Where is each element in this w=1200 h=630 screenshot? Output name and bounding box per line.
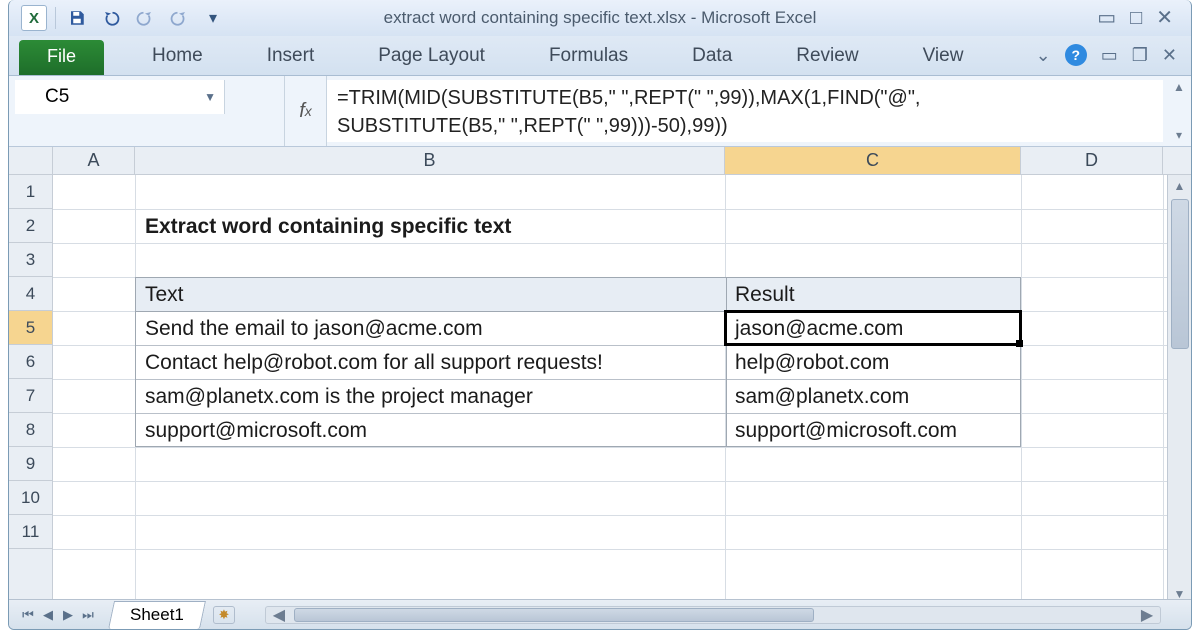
cell-B2-heading[interactable]: Extract word containing specific text — [139, 211, 517, 243]
excel-app-icon[interactable]: X — [21, 5, 47, 31]
name-box-dropdown-icon[interactable]: ▼ — [204, 90, 216, 104]
sheet-nav-prev-icon[interactable]: ◀ — [39, 606, 57, 624]
row-header-10[interactable]: 10 — [9, 481, 52, 515]
formula-expand-icon[interactable]: ▾ — [1176, 128, 1182, 142]
sheet-nav-last-icon[interactable]: ⏭ — [79, 606, 97, 624]
row-header-11[interactable]: 11 — [9, 515, 52, 549]
row-header-9[interactable]: 9 — [9, 447, 52, 481]
cells-body[interactable]: Extract word containing specific text Te… — [53, 175, 1167, 605]
sheet-tab-bar: ⏮ ◀ ▶ ⏭ Sheet1 ✸ ◀ ▶ — [9, 599, 1191, 629]
tab-review[interactable]: Review — [776, 39, 878, 75]
cell-B6[interactable]: Contact help@robot.com for all support r… — [139, 347, 609, 379]
minimize-icon[interactable]: ▭ — [1097, 8, 1116, 28]
grid-area: A B C D 1 2 3 4 5 6 7 8 9 10 — [9, 147, 1191, 605]
cell-C4-header[interactable]: Result — [729, 279, 801, 311]
qat-customize-dropdown-icon[interactable]: ▾ — [200, 5, 226, 31]
formula-text-line2: SUBSTITUTE(B5," ",REPT(" ",99)))-50),99)… — [337, 112, 1153, 140]
formula-text-line1: =TRIM(MID(SUBSTITUTE(B5," ",REPT(" ",99)… — [337, 84, 1153, 112]
vscroll-thumb[interactable] — [1171, 199, 1189, 349]
cell-C8[interactable]: support@microsoft.com — [729, 415, 963, 447]
sheet-tab-sheet1[interactable]: Sheet1 — [108, 601, 206, 629]
cell-C7[interactable]: sam@planetx.com — [729, 381, 915, 413]
quick-access-toolbar: X ▾ — [21, 5, 226, 31]
fx-icon[interactable]: fx — [285, 76, 327, 146]
tab-formulas[interactable]: Formulas — [529, 39, 648, 75]
tab-data[interactable]: Data — [672, 39, 752, 75]
vertical-scrollbar[interactable]: ▲ ▼ — [1167, 175, 1191, 605]
hscroll-right-icon[interactable]: ▶ — [1136, 607, 1158, 623]
undo-icon[interactable] — [98, 5, 124, 31]
formula-scroll-up-icon[interactable]: ▲ — [1173, 80, 1185, 94]
row-header-2[interactable]: 2 — [9, 209, 52, 243]
sheet-nav-first-icon[interactable]: ⏮ — [19, 606, 37, 624]
row-header-1[interactable]: 1 — [9, 175, 52, 209]
ribbon-tabs: File Home Insert Page Layout Formulas Da… — [9, 36, 1191, 76]
row-header-6[interactable]: 6 — [9, 345, 52, 379]
formula-bar-scroll: ▲ ▾ — [1167, 76, 1191, 146]
hscroll-left-icon[interactable]: ◀ — [268, 607, 290, 623]
active-cell-outline — [724, 310, 1022, 346]
select-all-corner[interactable] — [9, 147, 53, 175]
row-header-7[interactable]: 7 — [9, 379, 52, 413]
formula-bar-row: C5 ▼ fx =TRIM(MID(SUBSTITUTE(B5," ",REPT… — [9, 76, 1191, 147]
horizontal-scrollbar[interactable]: ◀ ▶ — [265, 606, 1161, 624]
col-header-C[interactable]: C — [725, 147, 1021, 174]
file-tab[interactable]: File — [19, 40, 104, 75]
name-box-value: C5 — [45, 86, 69, 108]
cell-B7[interactable]: sam@planetx.com is the project manager — [139, 381, 539, 413]
sheet-nav-next-icon[interactable]: ▶ — [59, 606, 77, 624]
tab-home[interactable]: Home — [132, 39, 223, 75]
titlebar: X ▾ extract word containing specific tex… — [9, 0, 1191, 36]
row-header-5[interactable]: 5 — [9, 311, 52, 345]
row-header-4[interactable]: 4 — [9, 277, 52, 311]
name-box[interactable]: C5 ▼ — [15, 80, 225, 114]
workbook-restore-icon[interactable]: ❐ — [1132, 45, 1148, 66]
qat-separator — [55, 7, 56, 29]
col-header-D[interactable]: D — [1021, 147, 1163, 174]
col-header-B[interactable]: B — [135, 147, 725, 174]
cell-B4-header[interactable]: Text — [139, 279, 190, 311]
new-sheet-icon[interactable]: ✸ — [213, 606, 235, 624]
redo-icon[interactable] — [132, 5, 158, 31]
tab-view[interactable]: View — [903, 39, 984, 75]
vscroll-up-icon[interactable]: ▲ — [1174, 175, 1186, 197]
redo-alt-icon[interactable] — [166, 5, 192, 31]
workbook-minimize-icon[interactable]: ▭ — [1101, 45, 1118, 66]
col-header-A[interactable]: A — [53, 147, 135, 174]
workbook-close-icon[interactable]: ✕ — [1162, 45, 1177, 66]
tab-page-layout[interactable]: Page Layout — [358, 39, 505, 75]
row-header-3[interactable]: 3 — [9, 243, 52, 277]
maximize-icon[interactable]: □ — [1130, 8, 1142, 28]
cell-B8[interactable]: support@microsoft.com — [139, 415, 373, 447]
cell-B5[interactable]: Send the email to jason@acme.com — [139, 313, 489, 345]
hscroll-thumb[interactable] — [294, 608, 814, 622]
cell-C6[interactable]: help@robot.com — [729, 347, 895, 379]
help-icon[interactable]: ? — [1065, 44, 1087, 66]
row-headers: 1 2 3 4 5 6 7 8 9 10 11 — [9, 175, 53, 605]
formula-bar[interactable]: =TRIM(MID(SUBSTITUTE(B5," ",REPT(" ",99)… — [327, 80, 1163, 142]
tab-insert[interactable]: Insert — [247, 39, 335, 75]
excel-window: X ▾ extract word containing specific tex… — [8, 0, 1192, 630]
name-box-spacer — [225, 76, 285, 146]
save-icon[interactable] — [64, 5, 90, 31]
fill-handle[interactable] — [1016, 340, 1023, 347]
close-icon[interactable]: ✕ — [1156, 8, 1173, 28]
ribbon-minimize-chevron-icon[interactable]: ⌄ — [1036, 45, 1051, 66]
row-header-8[interactable]: 8 — [9, 413, 52, 447]
